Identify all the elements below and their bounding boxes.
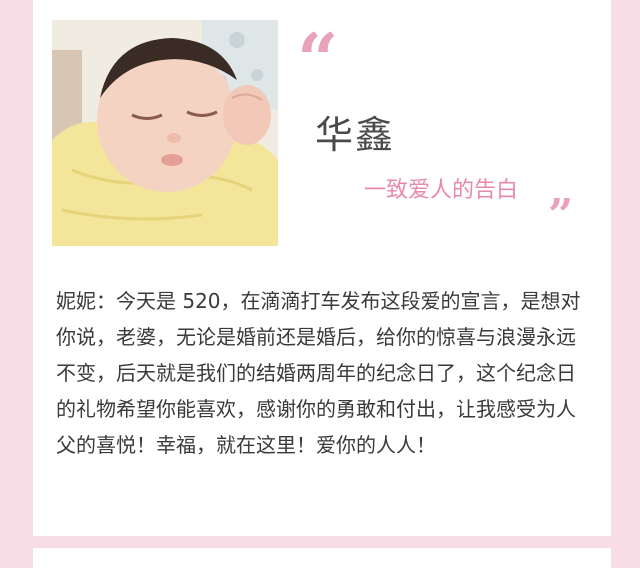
open-quote-mark: “: [297, 17, 339, 102]
person-name: 华鑫: [315, 113, 396, 157]
baby-photo: [52, 20, 278, 246]
subtitle: 一致爱人的告白: [364, 178, 519, 203]
message-text: 妮妮：今天是 520，在滴滴打车发布这段爱的宣言，是想对你说，老婆，无论是婚前还…: [56, 289, 581, 457]
close-quote-mark: ”: [548, 190, 574, 241]
next-card-edge: [33, 548, 611, 568]
